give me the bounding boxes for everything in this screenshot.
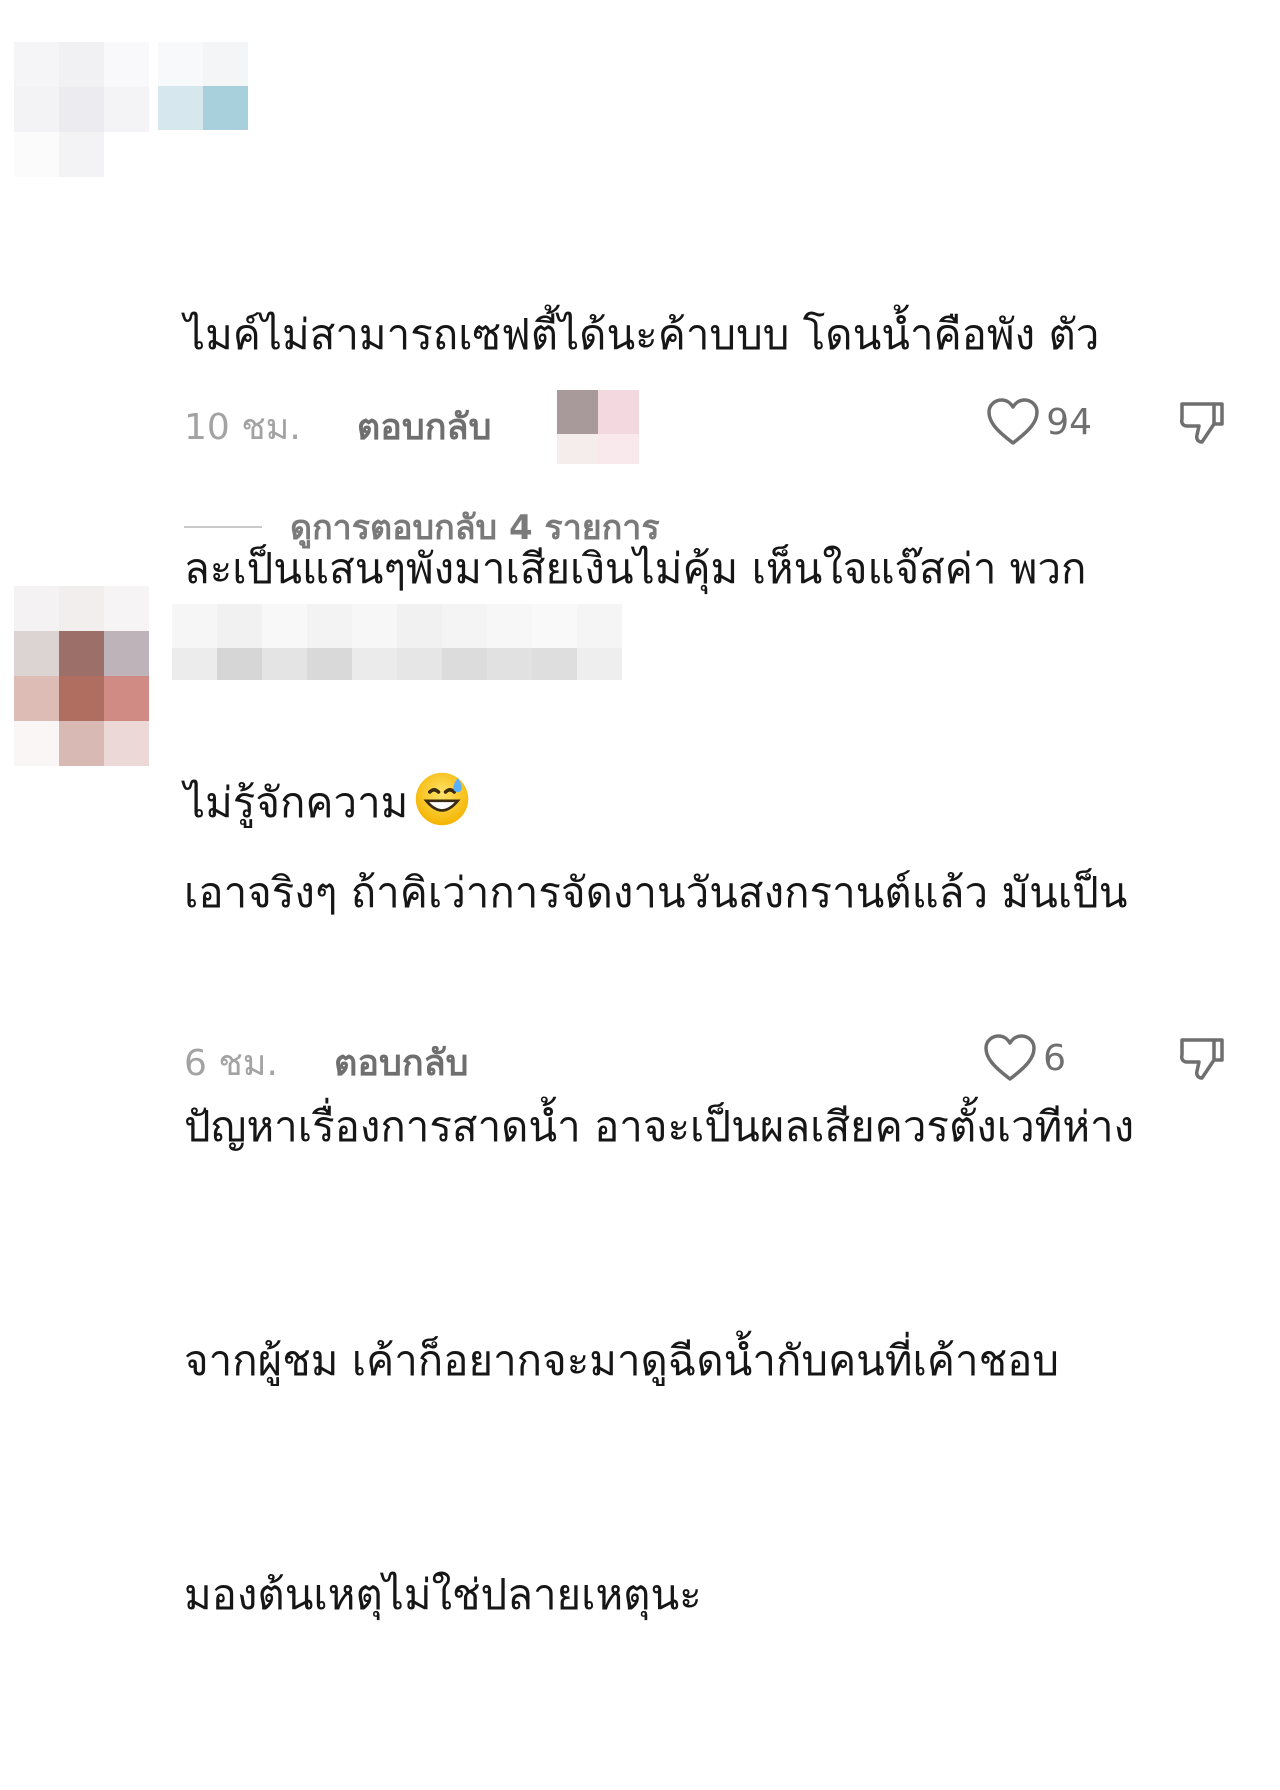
comment-text: เอาจริงๆ ถ้าคิเว่าการจัดงานวันสงกรานต์แล… (184, 698, 1264, 1790)
comment-actions: 94 (986, 396, 1228, 448)
creator-liked-avatar-blurred (557, 390, 639, 464)
username-blurred[interactable] (172, 604, 622, 648)
comment-text-line: ไมค์ไม่สามารถเซฟตี้ได้นะค้าบบบ โดนน้ำคือ… (184, 310, 1100, 359)
timestamp: 10 ชม. (184, 407, 301, 448)
reply-button[interactable]: ตอบกลับ (334, 1034, 469, 1091)
divider-line (184, 526, 262, 528)
avatar-blurred[interactable] (14, 42, 149, 177)
like-button[interactable]: 6 (983, 1033, 1066, 1083)
avatar-blurred[interactable] (14, 586, 149, 766)
heart-icon (984, 1034, 1036, 1081)
comment-meta: 10 ชม. ตอบกลับ (184, 398, 491, 455)
reply-button[interactable]: ตอบกลับ (357, 398, 492, 455)
comment: เอาจริงๆ ถ้าคิเว่าการจัดงานวันสงกรานต์แล… (0, 560, 1280, 1619)
comment-actions: 6 (983, 1032, 1228, 1084)
heart-icon (987, 398, 1039, 445)
view-replies-label: ดูการตอบกลับ 4 รายการ (290, 508, 660, 548)
view-replies-button[interactable]: ดูการตอบกลับ 4 รายการ (184, 500, 660, 554)
username-blurred-secondary (172, 648, 622, 680)
username-blurred-top (158, 42, 248, 86)
like-count: 6 (1043, 1037, 1066, 1079)
dislike-icon[interactable] (1176, 1032, 1228, 1084)
comment-text-line: เอาจริงๆ ถ้าคิเว่าการจัดงานวันสงกรานต์แล… (184, 868, 1128, 917)
comment: ไมค์ไม่สามารถเซฟตี้ได้นะค้าบบบ โดนน้ำคือ… (0, 0, 1280, 827)
comment-text-line: ปัญหาเรื่องการสาดน้ำ อาจะเป็นผลเสียควรตั… (184, 1102, 1135, 1151)
username-blurred[interactable] (158, 86, 248, 130)
like-button[interactable]: 94 (986, 397, 1092, 447)
like-count: 94 (1046, 401, 1092, 443)
comment-text-line: จากผู้ชม เค้าก็อยากจะมาดูฉีดน้ำกับคนที่เ… (184, 1336, 1059, 1385)
comment-text-line: มองต้นเหตุไม่ใช่ปลายเหตุนะ (184, 1570, 702, 1619)
comment-meta: 6 ชม. ตอบกลับ (184, 1034, 469, 1091)
dislike-icon[interactable] (1176, 396, 1228, 448)
timestamp: 6 ชม. (184, 1043, 278, 1084)
